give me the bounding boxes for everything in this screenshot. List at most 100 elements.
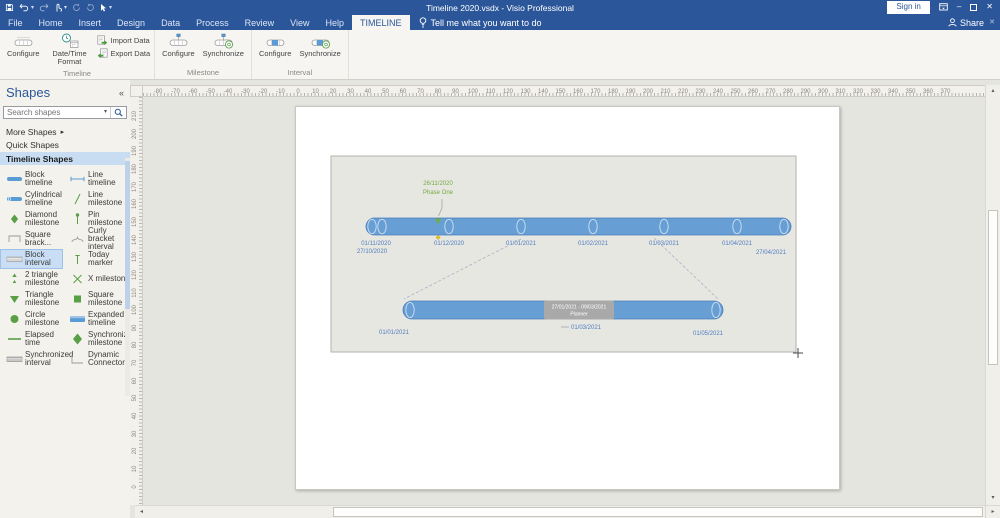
v-ruler-label: 80 [132, 342, 138, 349]
scroll-down-icon[interactable]: ▾ [986, 492, 1000, 505]
ribbon-group-label: Timeline [63, 68, 92, 78]
vertical-scrollbar[interactable]: ▴ ▾ [985, 85, 1000, 505]
tab-process[interactable]: Process [188, 15, 237, 30]
shape-today-marker[interactable]: Today marker [63, 249, 130, 269]
tab-view[interactable]: View [282, 15, 317, 30]
shape-label: Circle milestone [25, 309, 60, 327]
configure-milestone-icon [169, 33, 188, 49]
h-ruler-label: 120 [502, 89, 514, 95]
shape-curly-bracket-interval[interactable]: Curly bracket interval [63, 225, 130, 252]
shape-label: Square brack... [25, 229, 52, 247]
shape-cylindrical-timeline[interactable]: Cylindrical timeline [0, 189, 63, 209]
shape-block-timeline[interactable]: Block timeline [0, 169, 63, 189]
shape-line-timeline[interactable]: Line timeline [63, 169, 130, 189]
h-ruler-label: -10 [276, 89, 285, 95]
tab-help[interactable]: Help [317, 15, 352, 30]
shape-square-milestone[interactable]: Square milestone [63, 289, 130, 309]
save-icon[interactable] [5, 3, 14, 12]
shape-synchronized-interval[interactable]: Synchronized interval [0, 349, 73, 369]
h-ruler-label: 60 [399, 89, 407, 95]
timeline-frame[interactable] [330, 155, 797, 353]
tell-me-box[interactable]: Tell me what you want to do [419, 17, 542, 28]
vertical-scroll-thumb[interactable] [988, 210, 998, 365]
button-label: Import Data [110, 35, 150, 45]
shape-line-milestone[interactable]: Line milestone [63, 189, 130, 209]
shape-diamond-milestone[interactable]: Diamond milestone [0, 209, 63, 229]
h-ruler-label: 140 [537, 89, 549, 95]
search-dropdown-icon[interactable]: ▾ [101, 107, 111, 118]
horizontal-scrollbar[interactable]: ◂ [135, 505, 985, 518]
search-shapes-input[interactable] [4, 108, 101, 117]
stencil-timeline-shapes[interactable]: Timeline Shapes [0, 152, 130, 165]
v-ruler-label: 90 [132, 324, 138, 332]
rotate-right-icon[interactable] [86, 3, 95, 12]
shape-2-triangle-milestone[interactable]: 2 triangle milestone [0, 269, 63, 289]
visio-window: ▾ ▾ ▾ Timeline 2020.vsdx - Visio Professio… [0, 0, 1000, 518]
export-data-button[interactable]: Export Data [97, 48, 150, 58]
ribbon-display-options-icon[interactable] [939, 3, 948, 11]
shape-dynamic-connector[interactable]: Dynamic Connector [63, 349, 130, 369]
customize-qat-icon[interactable]: ▾ [109, 4, 112, 11]
dropdown-caret-icon[interactable]: ▾ [64, 4, 67, 11]
tab-review[interactable]: Review [237, 15, 283, 30]
shape-circle-milestone[interactable]: Circle milestone [0, 309, 63, 329]
search-icon[interactable] [111, 108, 126, 117]
maximize-icon[interactable] [970, 3, 978, 11]
tab-insert[interactable]: Insert [71, 15, 110, 30]
two-triangle-milestone-icon [5, 272, 23, 286]
v-ruler-label: 100 [132, 305, 138, 316]
synchronize-button[interactable]: Synchronize [296, 32, 343, 59]
h-ruler-label: 230 [695, 89, 706, 95]
redo-icon[interactable] [39, 3, 49, 12]
shape-square-brack-[interactable]: Square brack... [0, 229, 63, 249]
shape-triangle-milestone[interactable]: Triangle milestone [0, 289, 63, 309]
synchronize-interval-icon [311, 33, 330, 49]
synchronize-button[interactable]: Synchronize [200, 32, 247, 59]
timeline-tick-date: 01/12/2020 [434, 241, 465, 247]
tab-home[interactable]: Home [31, 15, 71, 30]
tab-data[interactable]: Data [153, 15, 188, 30]
shape-x-milestone[interactable]: X milestone [63, 269, 130, 289]
close-pane-icon[interactable]: ✕ [989, 18, 995, 26]
shape-block-interval[interactable]: Block interval [0, 249, 63, 269]
scroll-left-icon[interactable]: ◂ [135, 506, 148, 518]
tab-timeline[interactable]: TIMELINE [351, 15, 410, 30]
shape-expanded-timeline[interactable]: Expanded timeline [63, 309, 130, 329]
configure-button[interactable]: Configure [256, 32, 295, 59]
horizontal-ruler: -80 -70 -60 -50 -40 -30 -20 -10 0 10 20 30 40 50 60 70 8… [143, 85, 985, 97]
tab-file[interactable]: File [0, 15, 31, 30]
date-time-format-button[interactable]: Date/Time Format [45, 32, 95, 68]
shape-label: Curly bracket interval [88, 225, 115, 252]
dropdown-caret-icon[interactable]: ▾ [31, 4, 34, 11]
undo-icon[interactable] [19, 3, 29, 12]
scroll-right-icon[interactable]: ▸ [985, 505, 1000, 518]
rotate-left-icon[interactable] [72, 3, 81, 12]
shape-elapsed-time[interactable]: Elapsed time [0, 329, 63, 349]
stencil-title: Timeline Shapes [6, 153, 73, 164]
tab-design[interactable]: Design [109, 15, 153, 30]
shape-synchronized-milestone[interactable]: Synchronized milestone [63, 329, 130, 349]
quick-shapes-item[interactable]: Quick Shapes [0, 139, 130, 151]
configure-button[interactable]: Configure [4, 32, 43, 59]
h-ruler-label: 270 [765, 89, 776, 95]
horizontal-scroll-thumb[interactable] [333, 507, 983, 517]
shapes-panel: Shapes « ▾ More Shapes ▸ Quick Shapes Ti… [0, 80, 130, 518]
minimize-icon[interactable]: – [957, 3, 961, 11]
more-shapes-item[interactable]: More Shapes ▸ [0, 126, 130, 138]
sign-in-button[interactable]: Sign in [887, 1, 930, 14]
import-data-button[interactable]: Import Data [96, 35, 151, 45]
collapse-panel-icon[interactable]: « [119, 88, 124, 98]
ribbon-group-timeline: Configure Date/Time Format Import Data Expo… [0, 30, 156, 79]
shape-label: Today marker [88, 249, 113, 267]
h-ruler-label: 50 [382, 89, 389, 95]
configure-button[interactable]: Configure [159, 32, 198, 59]
scroll-up-icon[interactable]: ▴ [986, 85, 1000, 98]
drawing-page[interactable]: 26/11/2020 Phase One 01/11/2020 01/12/20… [295, 106, 840, 490]
shape-label: Dynamic Connector [88, 349, 125, 367]
pointer-tool-icon[interactable] [100, 3, 107, 12]
touch-mode-icon[interactable] [54, 3, 62, 12]
main-timeline-shape[interactable] [365, 217, 792, 236]
close-icon[interactable]: ✕ [986, 3, 993, 11]
more-shapes-label: More Shapes [6, 127, 57, 137]
ribbon-group-milestone: Configure Synchronize Milestone [155, 30, 252, 79]
